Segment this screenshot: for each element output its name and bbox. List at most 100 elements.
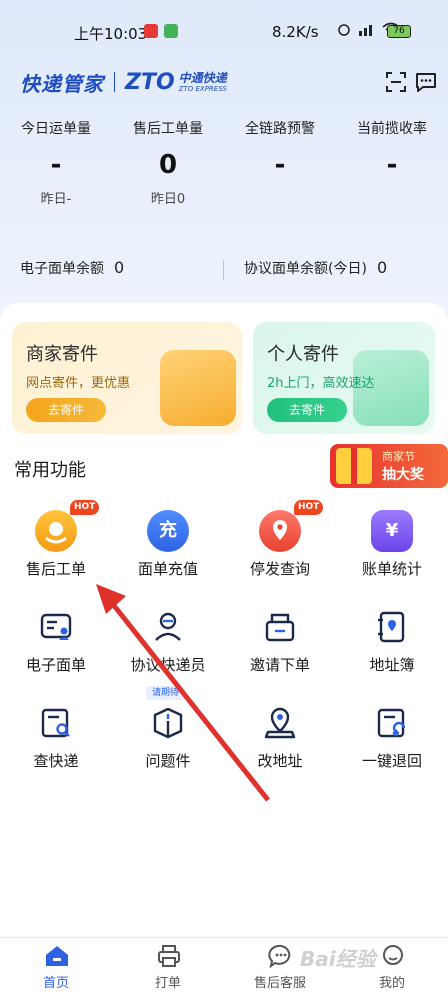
stat-value: - <box>50 150 62 180</box>
balance-value: 0 <box>376 258 388 277</box>
agreement-balance[interactable]: 协议面单余额(今日) 0 <box>244 258 387 278</box>
hot-badge: HOT <box>294 500 324 515</box>
e-waybill-icon <box>40 613 72 640</box>
alarm-icon <box>338 24 350 36</box>
printer-icon <box>158 945 180 967</box>
stat-label: 当前揽收率 <box>357 121 427 137</box>
change-address-icon <box>264 707 296 739</box>
func-aftersale-ticket[interactable]: HOT 售后工单 <box>0 500 112 594</box>
func-agreement-courier[interactable]: 协议快递员 <box>112 600 224 690</box>
stat-pickup-rate[interactable]: 当前揽收率 - <box>336 118 448 207</box>
func-label: 售后工单 <box>25 560 86 578</box>
func-label: 地址簿 <box>369 656 415 674</box>
nav-label: 售后客服 <box>253 976 306 991</box>
func-label: 账单统计 <box>361 560 422 578</box>
status-bar: 上午10:03 8.2K/s 76 <box>0 0 448 60</box>
bottom-nav: 首页 打单 售后客服 我的 <box>0 937 448 995</box>
promo-line1: 商家节 <box>382 450 415 463</box>
personal-shipping-card[interactable]: 个人寄件 2h上门，高效速达 去寄件 <box>253 322 435 434</box>
signal-icon <box>359 25 372 36</box>
stat-value: - <box>274 150 286 180</box>
recharge-icon: 充 <box>147 510 189 552</box>
card-subtitle: 2h上门，高效速达 <box>267 376 375 391</box>
invite-order-icon <box>265 613 295 642</box>
stat-label: 全链路预警 <box>245 121 315 137</box>
stat-today-waybills[interactable]: 今日运单量 - 昨日- <box>0 118 112 207</box>
nav-print[interactable]: 打单 <box>112 938 224 995</box>
nav-home[interactable]: 首页 <box>0 938 112 995</box>
stat-value: - <box>386 150 398 180</box>
func-e-waybill[interactable]: 电子面单 <box>0 600 112 690</box>
zto-en-name: ZTO EXPRESS <box>178 84 227 93</box>
func-change-address[interactable]: 改地址 <box>224 696 336 786</box>
func-label: 停发查询 <box>249 560 310 578</box>
chat-icon <box>268 944 291 968</box>
home-icon <box>46 946 68 966</box>
card-title: 商家寄件 <box>26 344 98 365</box>
section-title: 常用功能 <box>14 460 86 481</box>
stat-chain-alerts[interactable]: 全链路预警 - <box>224 118 336 207</box>
balances-row: 电子面单余额 0 协议面单余额(今日) 0 <box>0 258 448 284</box>
func-label: 改地址 <box>257 752 303 770</box>
courier-icon <box>155 612 181 641</box>
nav-label: 我的 <box>378 976 405 991</box>
zto-wordmark: 中通快递 ZTO EXPRESS <box>179 72 227 93</box>
problem-package-icon <box>153 707 183 739</box>
card-title: 个人寄件 <box>267 344 339 365</box>
gift-box-icon <box>336 448 372 484</box>
merchant-box-illustration <box>160 350 236 426</box>
location-pin-icon <box>259 510 301 552</box>
func-invite-order[interactable]: 邀请下单 <box>224 600 336 690</box>
bill-icon: ¥ <box>371 510 413 552</box>
app-notification-icon <box>144 24 158 38</box>
func-label: 面单充值 <box>137 560 198 578</box>
stat-label: 售后工单量 <box>133 121 203 137</box>
personal-ship-button[interactable]: 去寄件 <box>267 398 347 422</box>
balance-divider <box>223 260 224 280</box>
e-waybill-balance[interactable]: 电子面单余额 0 <box>20 258 124 278</box>
profile-icon <box>383 945 403 965</box>
balance-label: 协议面单余额(今日) <box>244 261 367 277</box>
promo-banner[interactable]: 商家节 抽大奖 <box>330 444 448 488</box>
stat-label: 今日运单量 <box>21 121 91 137</box>
func-waybill-recharge[interactable]: 充 面单充值 <box>112 504 224 594</box>
stat-sub: 昨日0 <box>150 192 186 207</box>
brand-divider <box>114 72 115 92</box>
nav-label: 打单 <box>154 976 181 991</box>
return-icon <box>377 708 406 738</box>
app-name: 快递管家 <box>20 71 104 96</box>
balance-label: 电子面单余额 <box>20 261 104 277</box>
message-icon[interactable] <box>414 70 438 94</box>
wechat-notification-icon <box>164 24 178 38</box>
address-book-icon <box>378 611 405 643</box>
stat-aftersale-tickets[interactable]: 售后工单量 0 昨日0 <box>112 118 224 207</box>
func-label: 邀请下单 <box>249 656 310 674</box>
func-label: 查快递 <box>33 752 79 770</box>
battery-icon: 76 <box>387 25 411 38</box>
func-label: 协议快递员 <box>130 656 206 674</box>
func-address-book[interactable]: 地址簿 <box>336 600 448 690</box>
func-label: 一键退回 <box>361 752 422 770</box>
stat-sub: 昨日- <box>40 192 72 207</box>
zto-logo: ZTO <box>125 69 175 95</box>
scan-icon[interactable] <box>384 70 408 94</box>
func-suspension-query[interactable]: HOT 停发查询 <box>224 500 336 594</box>
func-track-package[interactable]: 查快递 <box>0 696 112 786</box>
coming-soon-tag: 请期待 <box>146 686 186 700</box>
func-one-click-return[interactable]: 一键退回 <box>336 696 448 786</box>
stats-row: 今日运单量 - 昨日- 售后工单量 0 昨日0 全链路预警 - 当前揽收率 - <box>0 118 448 207</box>
func-problem-package[interactable]: 请期待 问题件 <box>112 686 224 786</box>
hot-badge: HOT <box>70 500 100 515</box>
headset-icon <box>35 510 77 552</box>
merchant-shipping-card[interactable]: 商家寄件 网点寄件，更优惠 去寄件 <box>12 322 242 434</box>
func-label: 电子面单 <box>25 656 86 674</box>
func-bill-statistics[interactable]: ¥ 账单统计 <box>336 504 448 594</box>
balance-value: 0 <box>114 258 125 277</box>
card-subtitle: 网点寄件，更优惠 <box>26 376 131 391</box>
merchant-ship-button[interactable]: 去寄件 <box>26 398 106 422</box>
brand: 快递管家 ZTO 中通快递 ZTO EXPRESS <box>20 68 227 96</box>
watermark: Bai经验 <box>300 947 376 971</box>
nav-label: 首页 <box>42 976 69 991</box>
network-speed: 8.2K/s <box>272 23 319 41</box>
func-label: 问题件 <box>145 752 191 770</box>
